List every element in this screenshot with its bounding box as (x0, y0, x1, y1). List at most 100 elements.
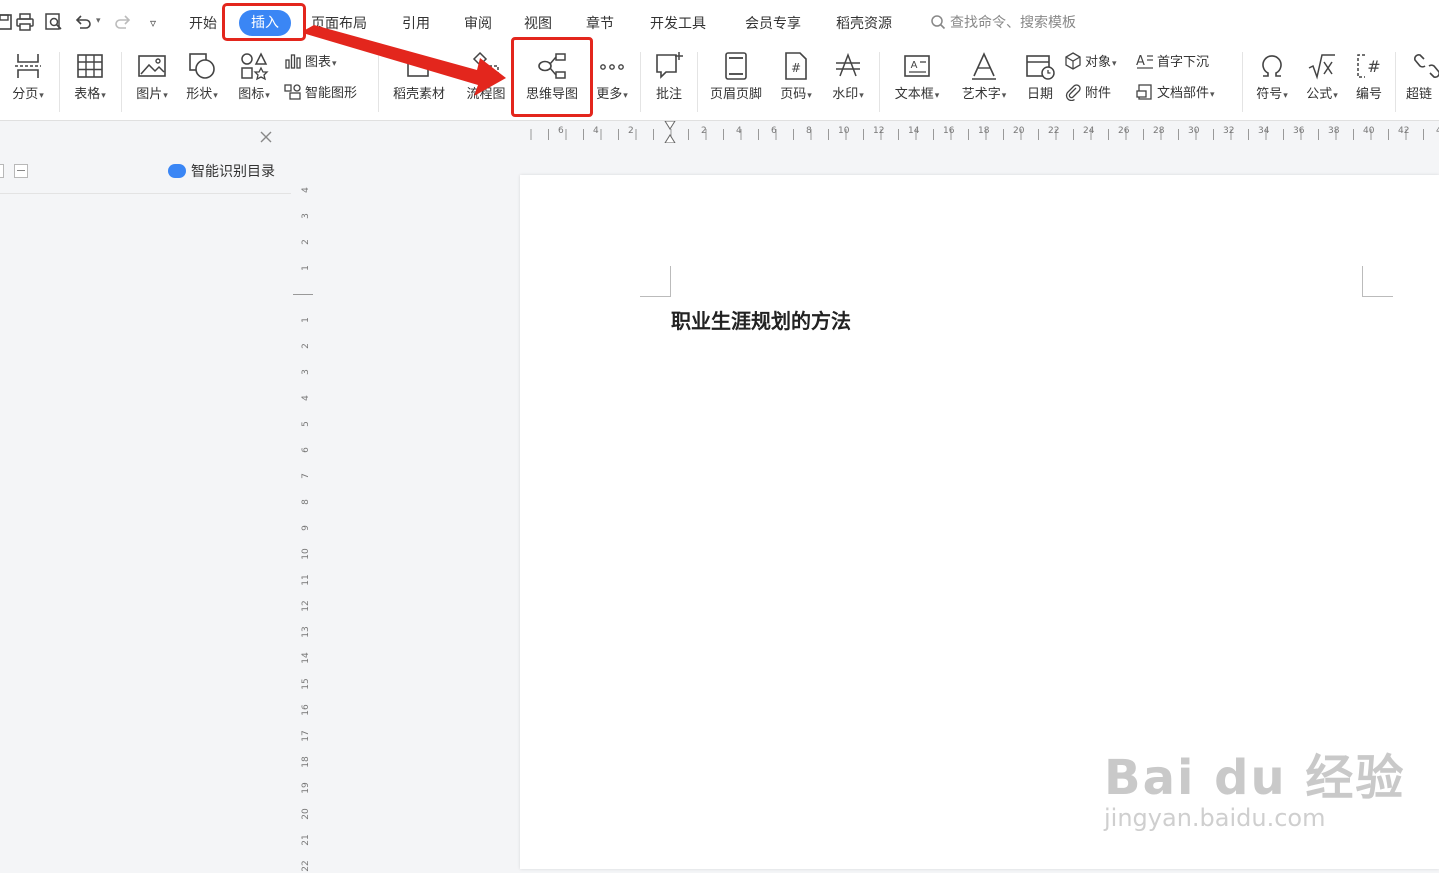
object-button[interactable]: 对象▾ (1064, 52, 1117, 74)
word-art-icon (968, 50, 1000, 82)
table-button[interactable]: 表格▾ (64, 44, 116, 118)
ruler-tick-label: 26 (1118, 126, 1130, 136)
print-icon[interactable] (14, 12, 36, 34)
ruler-tick-label: 6 (558, 126, 564, 136)
tab-page-layout[interactable]: 页面布局 (311, 14, 367, 34)
ruler-tick-label: 4 (736, 126, 742, 136)
header-footer-button[interactable]: 页眉页脚 (702, 44, 770, 118)
navigation-pane (0, 121, 291, 869)
ruler-tick-label: 4 (593, 126, 599, 136)
redo-icon[interactable] (112, 12, 134, 34)
ruler-tick-label: 2 (301, 239, 311, 245)
attachment-button[interactable]: 附件 (1064, 83, 1111, 105)
highlight-box-insert-tab (222, 3, 306, 41)
tab-review[interactable]: 审阅 (464, 14, 492, 34)
baidu-watermark-url: jingyan.baidu.com (1104, 804, 1326, 832)
ruler-tick-label: 8 (806, 126, 812, 136)
horizontal-ruler[interactable]: 6 4 2 2 4 6 8 10 12 14 16 18 20 22 24 26 28 30 32 34 36 38 40 4… (291, 121, 1439, 143)
ruler-tick-label: 14 (301, 652, 311, 664)
table-label: 表格 (74, 87, 101, 102)
shape-button[interactable]: 形状▾ (178, 44, 226, 118)
undo-icon[interactable] (72, 12, 94, 34)
ruler-tick-label: 2 (701, 126, 707, 136)
tab-developer[interactable]: 开发工具 (650, 14, 706, 34)
ruler-tick-label: 9 (301, 525, 311, 531)
close-icon[interactable] (259, 129, 273, 143)
ruler-tick-label: 30 (1188, 126, 1200, 136)
formula-button[interactable]: 公式▾ (1298, 44, 1346, 118)
chart-button[interactable]: 图表▾ (284, 52, 337, 74)
undo-dropdown-icon[interactable]: ▾ (96, 16, 101, 26)
smart-shape-button[interactable]: 智能图形 (284, 83, 357, 105)
ruler-tick-label: 17 (301, 730, 311, 742)
page-break-button[interactable]: 分页▾ (4, 44, 52, 118)
page-number-icon: # (780, 50, 812, 82)
customize-toolbar-icon[interactable]: ▿ (142, 12, 164, 34)
icon-library-label: 图标 (238, 87, 265, 102)
drop-cap-button[interactable]: A 首字下沉 (1136, 52, 1209, 74)
symbol-button[interactable]: 符号▾ (1248, 44, 1296, 118)
hyperlink-label: 超链 (1406, 87, 1433, 102)
tab-member[interactable]: 会员专享 (745, 14, 801, 34)
print-preview-icon[interactable] (43, 12, 65, 34)
picture-label: 图片 (136, 87, 163, 102)
word-art-button[interactable]: 艺术字▾ (952, 44, 1016, 118)
doc-parts-button[interactable]: 文档部件▾ (1136, 83, 1215, 105)
drop-cap-label: 首字下沉 (1157, 55, 1210, 70)
icon-library-button[interactable]: 图标▾ (230, 44, 278, 118)
smart-shape-icon (284, 84, 301, 100)
ruler-tick-label: 3 (301, 213, 311, 219)
tab-home[interactable]: 开始 (189, 14, 217, 34)
more-icon (596, 50, 628, 82)
ruler-tick-label: 36 (1293, 126, 1305, 136)
ruler-tick-label: 14 (908, 126, 920, 136)
watermark-button[interactable]: 水印▾ (824, 44, 872, 118)
ruler-tick-label: 32 (1223, 126, 1235, 136)
flowchart-icon (470, 50, 502, 82)
page-break-label: 分页 (12, 87, 39, 102)
docer-material-label: 稻壳素材 (392, 87, 445, 102)
collapse-all-icon[interactable] (14, 164, 28, 178)
hyperlink-button[interactable]: 超链 (1401, 44, 1439, 118)
date-button[interactable]: 日期 (1018, 44, 1062, 118)
top-menu-bar: ▾ ▿ 开始 插入 页面布局 引用 审阅 视图 章节 开发工具 会员专享 稻壳资… (0, 0, 1439, 44)
formula-label: 公式 (1306, 87, 1333, 102)
ruler-tick-label: 18 (978, 126, 990, 136)
text-box-button[interactable]: A 文本框▾ (886, 44, 948, 118)
page-break-icon (12, 50, 44, 82)
tab-docer[interactable]: 稻壳资源 (836, 14, 892, 34)
highlight-box-mind-map (511, 37, 593, 117)
header-footer-label: 页眉页脚 (709, 87, 762, 102)
picture-button[interactable]: 图片▾ (128, 44, 176, 118)
icon-library-icon (238, 50, 270, 82)
ruler-tick-label: 21 (301, 834, 311, 846)
page-number-button[interactable]: # 页码▾ (772, 44, 820, 118)
smart-toc-button[interactable]: 智能识别目录 (168, 162, 275, 182)
ruler-tick-label: 38 (1328, 126, 1340, 136)
ruler-tick-label: 6 (771, 126, 777, 136)
ruler-tick-label: 8 (301, 499, 311, 505)
doc-parts-label: 文档部件 (1157, 86, 1210, 101)
comment-button[interactable]: 批注 (646, 44, 692, 118)
more-label: 更多 (596, 87, 623, 102)
tab-references[interactable]: 引用 (402, 14, 430, 34)
ruler-tick-label: 40 (1363, 126, 1375, 136)
expand-all-icon[interactable] (0, 164, 4, 178)
more-button[interactable]: 更多▾ (590, 44, 634, 118)
flowchart-label: 流程图 (466, 87, 506, 102)
docer-material-button[interactable]: 稻壳素材 (386, 44, 452, 118)
command-search[interactable]: 查找命令、搜索模板 (930, 13, 1076, 33)
ruler-tick-label: 7 (301, 473, 311, 479)
flowchart-button[interactable]: 流程图 (460, 44, 512, 118)
vertical-ruler[interactable]: 4 3 2 1 1 2 3 4 5 6 7 8 9 10 11 12 13 14 15 16 17 18 19 20 21 22 (291, 143, 316, 872)
chart-label: 图表 (305, 55, 332, 70)
ruler-tick-label: 19 (301, 782, 311, 794)
numbering-button[interactable]: # 编号 (1348, 44, 1390, 118)
tab-view[interactable]: 视图 (524, 14, 552, 34)
object-icon (1065, 52, 1081, 70)
header-footer-icon (720, 50, 752, 82)
tab-section[interactable]: 章节 (586, 14, 614, 34)
text-box-label: 文本框 (894, 87, 934, 102)
insert-ribbon: 分页▾ 表格▾ 图片▾ 形状▾ 图标▾ 图表▾ 智能图形 稻壳素材 流程图 思维… (0, 44, 1439, 121)
document-title[interactable]: 职业生涯规划的方法 (671, 307, 851, 335)
